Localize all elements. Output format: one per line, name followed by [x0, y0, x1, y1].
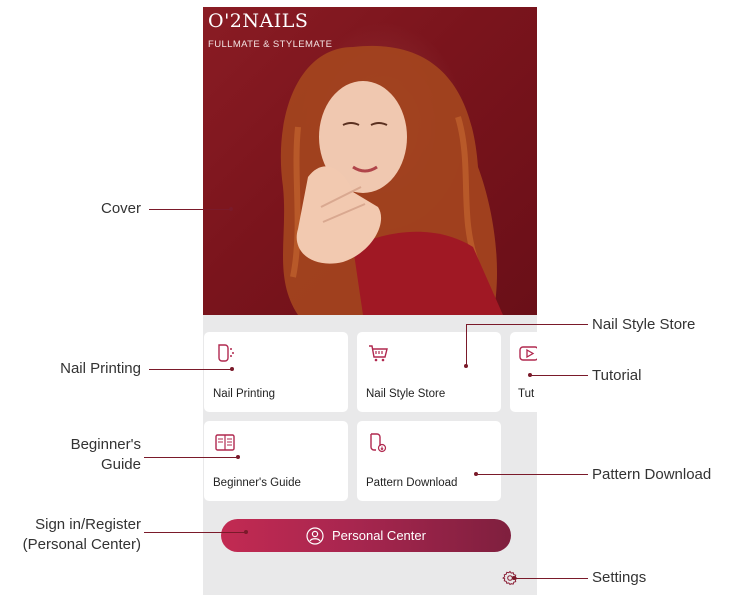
personal-center-button[interactable]: Personal Center: [221, 519, 511, 552]
user-icon: [306, 526, 324, 545]
annotation-beginners-guide-2: Guide: [100, 456, 141, 473]
tutorial-card[interactable]: Tut: [510, 332, 537, 412]
annotation-pattern-download: Pattern Download: [592, 466, 712, 483]
nail-style-store-label: Nail Style Store: [366, 388, 446, 400]
cover-portrait-illustration: [280, 45, 503, 315]
cover-image: O'2NAILS FULLMATE & STYLEMATE: [203, 7, 537, 315]
annotation-line-beginners-guide: [144, 457, 238, 458]
annotation-sign-in-2: (Personal Center): [22, 536, 141, 553]
annotation-dot-sign-in: [244, 530, 248, 534]
pattern-download-label: Pattern Download: [366, 477, 458, 489]
personal-center-label: Personal Center: [332, 528, 426, 543]
annotation-line-cover: [149, 209, 231, 210]
nail-style-store-card[interactable]: Nail Style Store: [357, 332, 501, 412]
annotation-nail-printing: Nail Printing: [60, 360, 141, 377]
book-icon: [215, 434, 235, 451]
annotation-line-tutorial: [530, 375, 588, 376]
annotation-nail-style-store: Nail Style Store: [592, 316, 696, 333]
cart-icon: [369, 345, 388, 362]
annotation-dot-tutorial: [528, 373, 532, 377]
play-icon: [519, 346, 537, 361]
brand-logo: O'2NAILS: [208, 10, 309, 32]
annotation-dot-beginners-guide: [236, 455, 240, 459]
brand-subtitle: FULLMATE & STYLEMATE: [208, 39, 333, 50]
nail-printing-card[interactable]: Nail Printing: [204, 332, 348, 412]
annotation-sign-in-1: Sign in/Register: [35, 516, 141, 533]
annotation-line-settings: [514, 578, 588, 579]
nail-printing-label: Nail Printing: [213, 388, 275, 400]
app-screen: O'2NAILS FULLMATE & STYLEMATE Nail Print…: [203, 7, 537, 595]
annotation-line-pattern-download: [476, 474, 588, 475]
beginners-guide-card[interactable]: Beginner's Guide: [204, 421, 348, 501]
annotation-line-nail-style-store: [466, 324, 588, 325]
annotation-line-nail-printing: [149, 369, 232, 370]
annotation-dot-settings: [512, 576, 516, 580]
annotation-dot-cover: [229, 207, 233, 211]
annotation-settings: Settings: [592, 569, 647, 586]
annotation-dot-nail-printing: [230, 367, 234, 371]
annotation-cover: Cover: [100, 200, 141, 217]
annotation-tutorial: Tutorial: [592, 367, 642, 384]
annotation-vline-nail-style-store: [466, 324, 467, 366]
annotation-line-sign-in: [144, 532, 246, 533]
beginners-guide-label: Beginner's Guide: [213, 477, 301, 489]
nail-download-icon: [370, 433, 387, 453]
tutorial-label: Tut: [518, 388, 535, 400]
nail-printing-icon: [218, 344, 234, 362]
pattern-download-card[interactable]: Pattern Download: [357, 421, 501, 501]
annotation-beginners-guide-1: Beginner's: [70, 436, 141, 453]
annotation-dot-pattern-download: [474, 472, 478, 476]
annotation-dot-nail-style-store: [464, 364, 468, 368]
